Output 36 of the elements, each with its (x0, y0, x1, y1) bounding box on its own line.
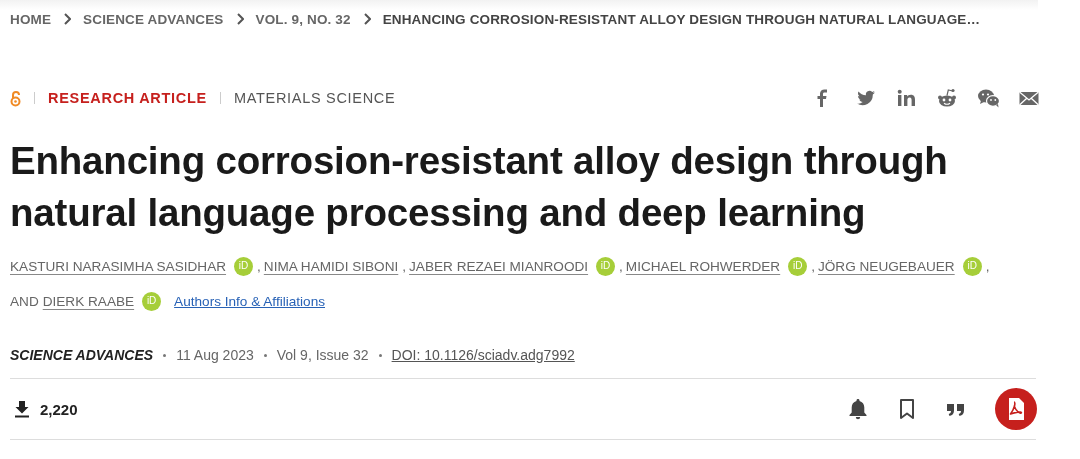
breadcrumb-link[interactable]: ENHANCING CORROSION-RESISTANT ALLOY DESIGN THROUGH NATURAL LANGUAGE… (382, 11, 981, 27)
breadcrumb-link[interactable]: SCIENCE ADVANCES (83, 11, 224, 27)
alien-icon[interactable] (936, 87, 958, 109)
comma-text: , (811, 258, 815, 274)
pdf-icon[interactable] (995, 388, 1037, 430)
doi-link[interactable]: DOI: 10.1126/sciadv.adg7992 (391, 347, 575, 363)
open-lock-icon (10, 89, 21, 107)
comma-text: , (257, 258, 261, 274)
author-link[interactable]: DIERK RAABE (42, 293, 135, 309)
bell-icon[interactable] (847, 397, 869, 421)
author-link[interactable]: JABER REZAEI MIANROODI (409, 258, 589, 274)
chat-bubbles-icon[interactable] (977, 87, 999, 109)
author-link[interactable]: JÖRG NEUGEBAUER (817, 258, 955, 274)
journal-name: SCIENCE ADVANCES (10, 347, 154, 363)
comma-text: , (985, 258, 990, 274)
chevron-icon (63, 13, 72, 25)
author-link[interactable]: NIMA HAMIDI SIBONI (263, 258, 399, 274)
author-link[interactable]: KASTURI NARASIMHA SASIDHAR (10, 258, 227, 274)
affiliations-link[interactable]: Authors Info & Affiliations (174, 293, 325, 309)
chevron-icon (235, 13, 244, 25)
download-count: 2,220 (40, 400, 78, 418)
subject-link[interactable]: MATERIALS SCIENCE (233, 90, 396, 106)
article-type: RESEARCH ARTICLE (48, 90, 207, 106)
date-text: 11 Aug 2023 (176, 347, 254, 363)
comma-text: , (619, 258, 623, 274)
bookmark-icon[interactable] (897, 398, 917, 420)
issue-text: Vol 9, Issue 32 (276, 347, 369, 363)
breadcrumb-link[interactable]: VOL. 9, NO. 32 (255, 11, 351, 27)
conjunction-text: AND (10, 293, 39, 309)
linkedin-icon[interactable] (895, 87, 917, 109)
chevron-icon (362, 13, 371, 25)
article-title: Enhancing corrosion-resistant alloy design through natural language processing and deep learning (10, 138, 949, 236)
comma-text: , (402, 258, 407, 274)
breadcrumb-link[interactable]: HOME (10, 11, 52, 27)
author-link[interactable]: MICHAEL ROHWERDER (625, 258, 781, 274)
download-icon (14, 400, 30, 418)
